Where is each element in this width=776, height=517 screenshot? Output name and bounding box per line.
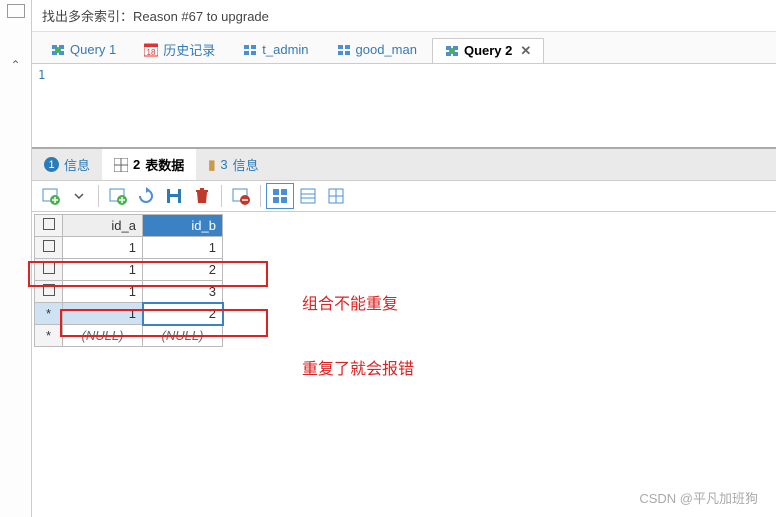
cell[interactable]: 1 — [143, 237, 223, 259]
query-icon — [445, 44, 459, 58]
view-text-button[interactable] — [323, 184, 349, 208]
tab-label: Query 2 — [464, 43, 512, 58]
subtab-label: 表数据 — [145, 155, 184, 174]
delete-button[interactable] — [189, 184, 215, 208]
watermark: CSDN @平凡加班狗 — [639, 488, 758, 507]
tab-label: t_admin — [262, 42, 308, 57]
table-row-editing[interactable]: * 1 2 — [35, 303, 223, 325]
tab-query-1[interactable]: Query 1 — [38, 37, 129, 61]
chevron-up-icon[interactable]: ⌃ — [10, 58, 20, 72]
row-marker[interactable] — [35, 237, 63, 259]
subtab-table-data[interactable]: 2 表数据 — [102, 149, 196, 180]
cell[interactable]: 1 — [63, 281, 143, 303]
column-header[interactable]: id_b — [143, 215, 223, 237]
query-icon — [51, 43, 65, 57]
cell[interactable]: 2 — [143, 259, 223, 281]
cancel-button[interactable] — [228, 184, 254, 208]
table-icon — [243, 43, 257, 57]
calendar-icon: 18 — [144, 43, 158, 57]
view-form-button[interactable] — [295, 184, 321, 208]
row-marker[interactable] — [35, 281, 63, 303]
left-gutter: ⌃ — [0, 0, 32, 517]
table-row[interactable]: 1 1 — [35, 237, 223, 259]
row-marker-new[interactable]: * — [35, 303, 63, 325]
editor-tabs: Query 1 18 历史记录 t_admin good_man Query 2… — [32, 32, 776, 64]
save-button[interactable] — [161, 184, 187, 208]
grid-icon — [114, 158, 128, 172]
gutter-box-icon — [7, 4, 25, 18]
row-marker-new[interactable]: * — [35, 325, 63, 347]
cell[interactable]: 1 — [63, 303, 143, 325]
tab-query-2[interactable]: Query 2 ✕ — [432, 38, 544, 63]
separator — [98, 185, 99, 207]
cell[interactable]: 1 — [63, 259, 143, 281]
data-grid[interactable]: id_a id_b 1 1 1 2 1 3 — [34, 214, 223, 347]
tab-label: 历史记录 — [163, 40, 215, 59]
tab-label: Query 1 — [70, 42, 116, 57]
subtab-number: 3 — [220, 157, 227, 172]
table-icon — [337, 43, 351, 57]
refresh-button[interactable] — [133, 184, 159, 208]
subtab-info-1[interactable]: 1 信息 — [32, 149, 102, 180]
data-toolbar — [32, 181, 776, 212]
row-marker[interactable] — [35, 259, 63, 281]
sql-editor[interactable]: 1 — [32, 64, 776, 149]
table-row-placeholder[interactable]: * (NULL) (NULL) — [35, 325, 223, 347]
view-grid-button[interactable] — [267, 184, 293, 208]
duplicate-row-button[interactable] — [105, 184, 131, 208]
info-icon: 1 — [44, 157, 59, 172]
subtab-info-3[interactable]: ▮ 3 信息 — [196, 149, 270, 180]
separator — [260, 185, 261, 207]
tab-t-admin[interactable]: t_admin — [230, 37, 321, 61]
annotation-text-1: 组合不能重复 — [302, 290, 398, 314]
select-all-header[interactable] — [35, 215, 63, 237]
separator — [221, 185, 222, 207]
column-header[interactable]: id_a — [63, 215, 143, 237]
tab-history[interactable]: 18 历史记录 — [131, 35, 228, 63]
cell-editing[interactable]: 2 — [143, 303, 223, 325]
cell-null[interactable]: (NULL) — [63, 325, 143, 347]
subtab-number: 2 — [133, 157, 140, 172]
subtab-label: 信息 — [64, 155, 90, 174]
info-strip: 找出多余索引：Reason #67 to upgrade — [32, 0, 776, 32]
svg-text:18: 18 — [147, 48, 156, 57]
annotation-text-2: 重复了就会报错 — [302, 355, 414, 379]
table-row[interactable]: 1 2 — [35, 259, 223, 281]
line-number: 1 — [38, 68, 45, 82]
flag-icon: ▮ — [208, 157, 215, 173]
tab-good-man[interactable]: good_man — [324, 37, 430, 61]
cell[interactable]: 1 — [63, 237, 143, 259]
row-dropdown-button[interactable] — [66, 184, 92, 208]
cell[interactable]: 3 — [143, 281, 223, 303]
subtab-label: 信息 — [233, 155, 259, 174]
add-row-button[interactable] — [38, 184, 64, 208]
result-subtabs: 1 信息 2 表数据 ▮ 3 信息 — [32, 149, 776, 181]
close-icon[interactable]: ✕ — [520, 43, 531, 59]
header-row: id_a id_b — [35, 215, 223, 237]
tab-label: good_man — [356, 42, 417, 57]
data-grid-area: id_a id_b 1 1 1 2 1 3 — [32, 212, 776, 349]
cell-null[interactable]: (NULL) — [143, 325, 223, 347]
table-row[interactable]: 1 3 — [35, 281, 223, 303]
